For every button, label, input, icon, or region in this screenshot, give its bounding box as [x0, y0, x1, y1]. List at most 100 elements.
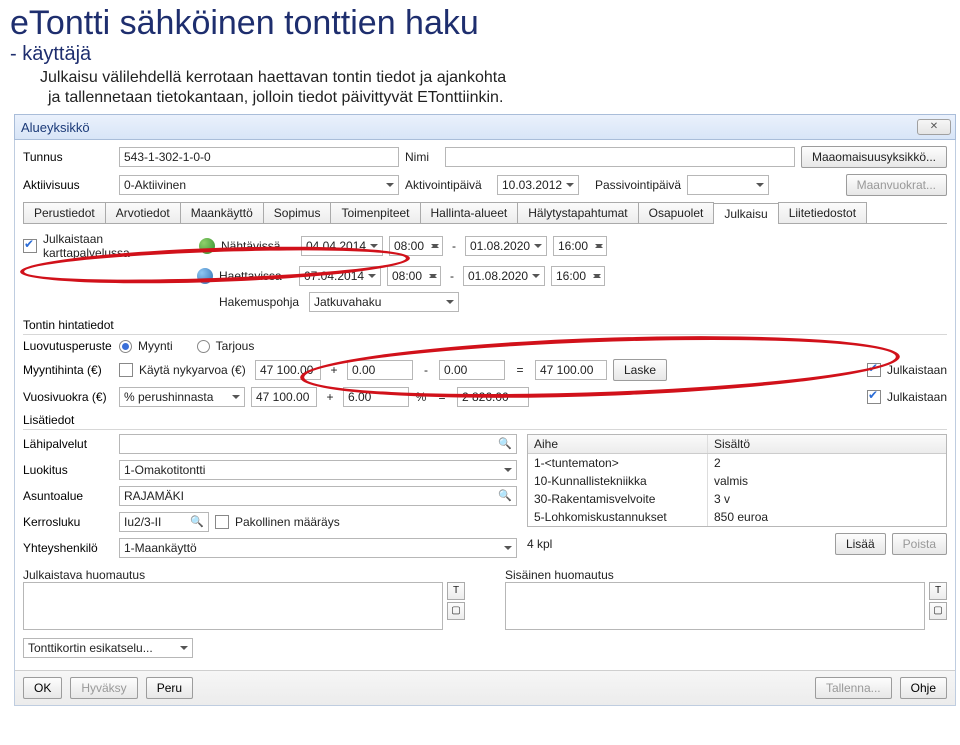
tunnus-input[interactable]: 543-1-302-1-0-0 — [119, 147, 399, 167]
aktiivisuus-select[interactable]: 0-Aktiivinen — [119, 175, 399, 195]
nykyarvo-label: Käytä nykyarvoa (€) — [139, 363, 249, 377]
sisalto-header: Sisältö — [708, 435, 818, 453]
nimi-input[interactable] — [445, 147, 795, 167]
hakemuspohja-label: Hakemuspohja — [219, 295, 303, 309]
tonttikortti-esikatselu-select[interactable]: Tonttikortin esikatselu... — [23, 638, 193, 658]
hyvaksy-button[interactable]: Hyväksy — [70, 677, 137, 699]
hintatiedot-heading: Tontin hintatiedot — [23, 318, 947, 335]
karttapalvelu-checkbox[interactable] — [23, 239, 37, 253]
plus-sign: + — [327, 363, 341, 377]
tallenna-button[interactable]: Tallenna... — [815, 677, 892, 699]
julkaistaan-vv-checkbox[interactable] — [867, 390, 881, 404]
bold-icon[interactable]: T — [447, 582, 465, 600]
window-titlebar: Alueyksikkö ✕ — [14, 114, 956, 140]
close-icon[interactable]: ✕ — [917, 119, 951, 135]
dash: - — [447, 269, 457, 283]
sis-huomautus-textarea[interactable] — [505, 582, 925, 630]
asuntoalue-input[interactable]: RAJAMÄKI — [119, 486, 517, 506]
lahipalvelut-input[interactable] — [119, 434, 517, 454]
passivointipaiva-label: Passivointipäivä — [595, 178, 681, 192]
list-item: 10-Kunnallistekniikkavalmis — [528, 472, 946, 490]
tarjous-label: Tarjous — [216, 339, 255, 353]
tunnus-label: Tunnus — [23, 150, 113, 164]
lisaa-button[interactable]: Lisää — [835, 533, 886, 555]
aktivointipaiva-label: Aktivointipäivä — [405, 178, 491, 192]
myynti-radio[interactable] — [119, 340, 132, 353]
tab-halytystapahtumat[interactable]: Hälytystapahtumat — [517, 202, 638, 223]
maaomaisuus-button[interactable]: Maaomaisuusyksikkö... — [801, 146, 947, 168]
list-item: 5-Lohkomiskustannukset850 euroa — [528, 508, 946, 526]
percent-sign: % — [415, 390, 427, 404]
julkaistaan-vv-label: Julkaistaan — [887, 390, 947, 404]
vuokraperuste-select[interactable]: % perushinnasta — [119, 387, 245, 407]
tab-arvotiedot[interactable]: Arvotiedot — [105, 202, 181, 223]
aktivointipaiva-input[interactable]: 10.03.2012 — [497, 175, 579, 195]
expand-icon[interactable]: ▢ — [929, 602, 947, 620]
hakemuspohja-select[interactable]: Jatkuvahaku — [309, 292, 459, 312]
tabstrip: Perustiedot Arvotiedot Maankäyttö Sopimu… — [23, 202, 947, 224]
tab-toimenpiteet[interactable]: Toimenpiteet — [330, 202, 420, 223]
maanvuokrat-button[interactable]: Maanvuokrat... — [846, 174, 947, 196]
myyntihinta-minus[interactable]: 0.00 — [439, 360, 505, 380]
julk-huomautus-textarea[interactable] — [23, 582, 443, 630]
julkaistaan-mh-label: Julkaistaan — [887, 363, 947, 377]
tarjous-radio[interactable] — [197, 340, 210, 353]
vuosivuokra-base[interactable]: 47 100.00 — [251, 387, 317, 407]
pakollinen-label: Pakollinen määräys — [235, 515, 340, 529]
list-item: 1-<tuntematon>2 — [528, 454, 946, 472]
myynti-label: Myynti — [138, 339, 173, 353]
lisatiedot-heading: Lisätiedot — [23, 413, 947, 430]
list-count: 4 kpl — [527, 537, 552, 551]
pakollinen-checkbox[interactable] — [215, 515, 229, 529]
laske-button[interactable]: Laske — [613, 359, 667, 381]
vuosivuokra-plus[interactable]: 6.00 — [343, 387, 409, 407]
nykyarvo-checkbox[interactable] — [119, 363, 133, 377]
nahtavissa-end-time[interactable]: 16:00 — [553, 236, 607, 256]
equals-sign: = — [433, 390, 451, 404]
haettavissa-start-time[interactable]: 08:00 — [387, 266, 441, 286]
peru-button[interactable]: Peru — [146, 677, 193, 699]
kerrosluku-input[interactable]: Iu2/3-II — [119, 512, 209, 532]
tab-julkaisu[interactable]: Julkaisu — [713, 203, 778, 224]
slide-description: Julkaisu välilehdellä kerrotaan haettava… — [0, 68, 960, 114]
bold-icon[interactable]: T — [929, 582, 947, 600]
expand-icon[interactable]: ▢ — [447, 602, 465, 620]
minus-sign: - — [419, 363, 433, 377]
aihe-header: Aihe — [528, 435, 708, 453]
karttapalvelu-label: Julkaistaan karttapalvelussa — [43, 232, 193, 260]
nahtavissa-start-time[interactable]: 08:00 — [389, 236, 443, 256]
myyntihinta-result: 47 100.00 — [535, 360, 607, 380]
haettavissa-end-date[interactable]: 01.08.2020 — [463, 266, 545, 286]
haettavissa-end-time[interactable]: 16:00 — [551, 266, 605, 286]
haettavissa-start-date[interactable]: 07.04.2014 — [299, 266, 381, 286]
ok-button[interactable]: OK — [23, 677, 62, 699]
nahtavissa-label: Nähtävissä — [221, 239, 295, 253]
nahtavissa-end-date[interactable]: 01.08.2020 — [465, 236, 547, 256]
tab-osapuolet[interactable]: Osapuolet — [638, 202, 715, 223]
tab-perustiedot[interactable]: Perustiedot — [23, 202, 106, 223]
sis-huomautus-label: Sisäinen huomautus — [505, 568, 947, 582]
tab-liitetiedostot[interactable]: Liitetiedostot — [778, 202, 867, 223]
ohje-button[interactable]: Ohje — [900, 677, 947, 699]
julkaistaan-mh-checkbox[interactable] — [867, 363, 881, 377]
poista-button[interactable]: Poista — [892, 533, 947, 555]
haettavissa-label: Haettavissa — [219, 269, 293, 283]
slide-title: eTontti sähköinen tonttien haku — [0, 0, 960, 43]
vuosivuokra-result: 2 826.00 — [457, 387, 529, 407]
window-title: Alueyksikkö — [21, 120, 90, 135]
aihe-listbox[interactable]: Aihe Sisältö 1-<tuntematon>2 10-Kunnalli… — [527, 434, 947, 527]
tab-sopimus[interactable]: Sopimus — [263, 202, 332, 223]
lahipalvelut-label: Lähipalvelut — [23, 437, 113, 451]
julk-huomautus-label: Julkaistava huomautus — [23, 568, 465, 582]
asuntoalue-label: Asuntoalue — [23, 489, 113, 503]
tab-hallinta-alueet[interactable]: Hallinta-alueet — [420, 202, 519, 223]
globe-icon — [199, 238, 215, 254]
tab-maankaytto[interactable]: Maankäyttö — [180, 202, 264, 223]
myyntihinta-plus[interactable]: 0.00 — [347, 360, 413, 380]
luokitus-select[interactable]: 1-Omakotitontti — [119, 460, 517, 480]
nahtavissa-start-date[interactable]: 04.04.2014 — [301, 236, 383, 256]
myyntihinta-base[interactable]: 47 100.00 — [255, 360, 321, 380]
vuosivuokra-label: Vuosivuokra (€) — [23, 390, 113, 404]
passivointipaiva-input[interactable] — [687, 175, 769, 195]
yhteyshenkilo-select[interactable]: 1-Maankäyttö — [119, 538, 517, 558]
